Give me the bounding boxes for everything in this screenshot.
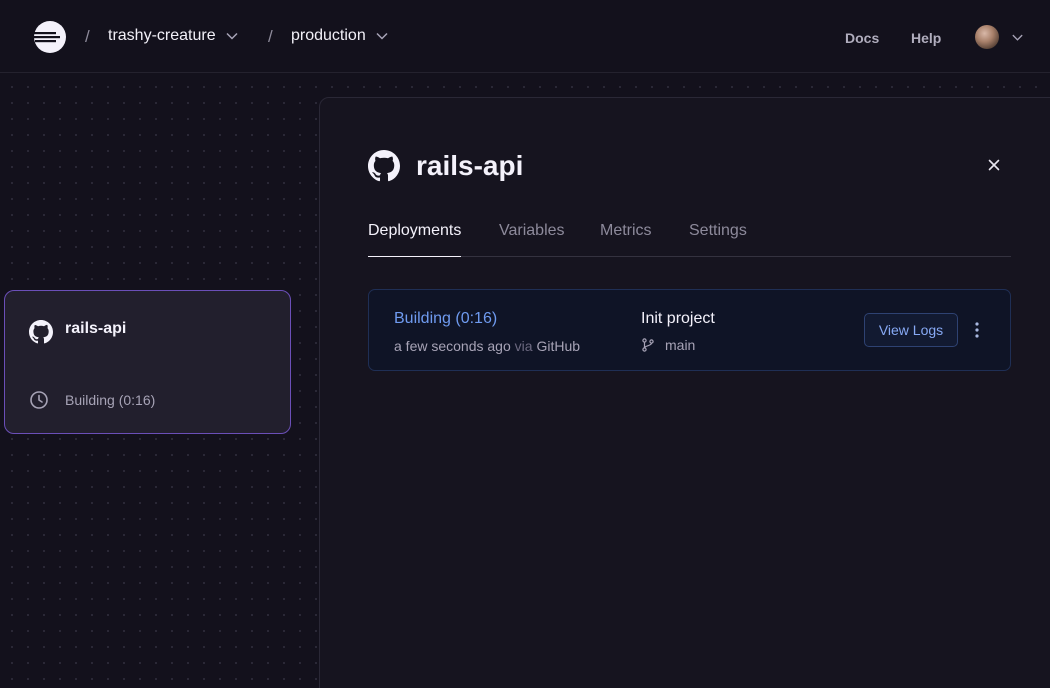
breadcrumb-separator: / bbox=[268, 27, 273, 46]
commit-message: Init project bbox=[641, 310, 715, 327]
service-card-status: Building (0:16) bbox=[65, 392, 156, 408]
tab-metrics[interactable]: Metrics bbox=[600, 222, 652, 257]
help-link[interactable]: Help bbox=[911, 30, 941, 46]
more-options-button[interactable] bbox=[969, 319, 985, 341]
breadcrumb-project[interactable]: trashy-creature bbox=[108, 27, 239, 45]
breadcrumb-project-label: trashy-creature bbox=[108, 27, 216, 44]
deployment-time-ago: a few seconds ago bbox=[394, 338, 511, 354]
github-icon bbox=[368, 150, 400, 182]
top-navbar: / trashy-creature / production Docs Help bbox=[0, 0, 1050, 73]
deployment-status[interactable]: Building (0:16) bbox=[394, 310, 497, 328]
service-card-rails-api[interactable]: rails-api Building (0:16) bbox=[4, 290, 291, 434]
deployment-row[interactable]: Building (0:16) a few seconds ago via Gi… bbox=[368, 289, 1011, 371]
chevron-down-icon bbox=[226, 32, 238, 40]
clock-icon bbox=[30, 391, 48, 409]
kebab-menu-icon bbox=[975, 322, 979, 338]
railway-logo-icon[interactable] bbox=[33, 20, 67, 54]
panel-title: rails-api bbox=[416, 150, 524, 181]
close-button[interactable] bbox=[984, 155, 1004, 175]
deployment-time: a few seconds ago via GitHub bbox=[394, 338, 580, 354]
view-logs-button[interactable]: View Logs bbox=[864, 313, 958, 347]
deployment-source: GitHub bbox=[536, 338, 581, 354]
avatar[interactable] bbox=[975, 25, 999, 49]
chevron-down-icon[interactable] bbox=[1011, 31, 1024, 44]
service-card-title: rails-api bbox=[65, 320, 127, 337]
breadcrumb-separator: / bbox=[85, 27, 90, 46]
deployment-branch: main bbox=[641, 337, 695, 353]
panel-tabs: Deployments Variables Metrics Settings bbox=[368, 222, 1011, 257]
deployment-via: via bbox=[514, 338, 533, 354]
docs-link[interactable]: Docs bbox=[845, 30, 879, 46]
tab-settings[interactable]: Settings bbox=[689, 222, 747, 257]
breadcrumb-environment-label: production bbox=[291, 27, 366, 44]
breadcrumb-environment[interactable]: production bbox=[291, 27, 389, 45]
github-icon bbox=[29, 320, 53, 344]
tab-variables[interactable]: Variables bbox=[499, 222, 565, 257]
git-branch-icon bbox=[642, 338, 654, 352]
close-icon bbox=[988, 159, 1000, 171]
chevron-down-icon bbox=[376, 32, 388, 40]
tab-deployments[interactable]: Deployments bbox=[368, 222, 462, 257]
service-detail-panel: rails-api Deployments Variables Metrics … bbox=[319, 97, 1050, 688]
branch-name: main bbox=[665, 337, 696, 353]
